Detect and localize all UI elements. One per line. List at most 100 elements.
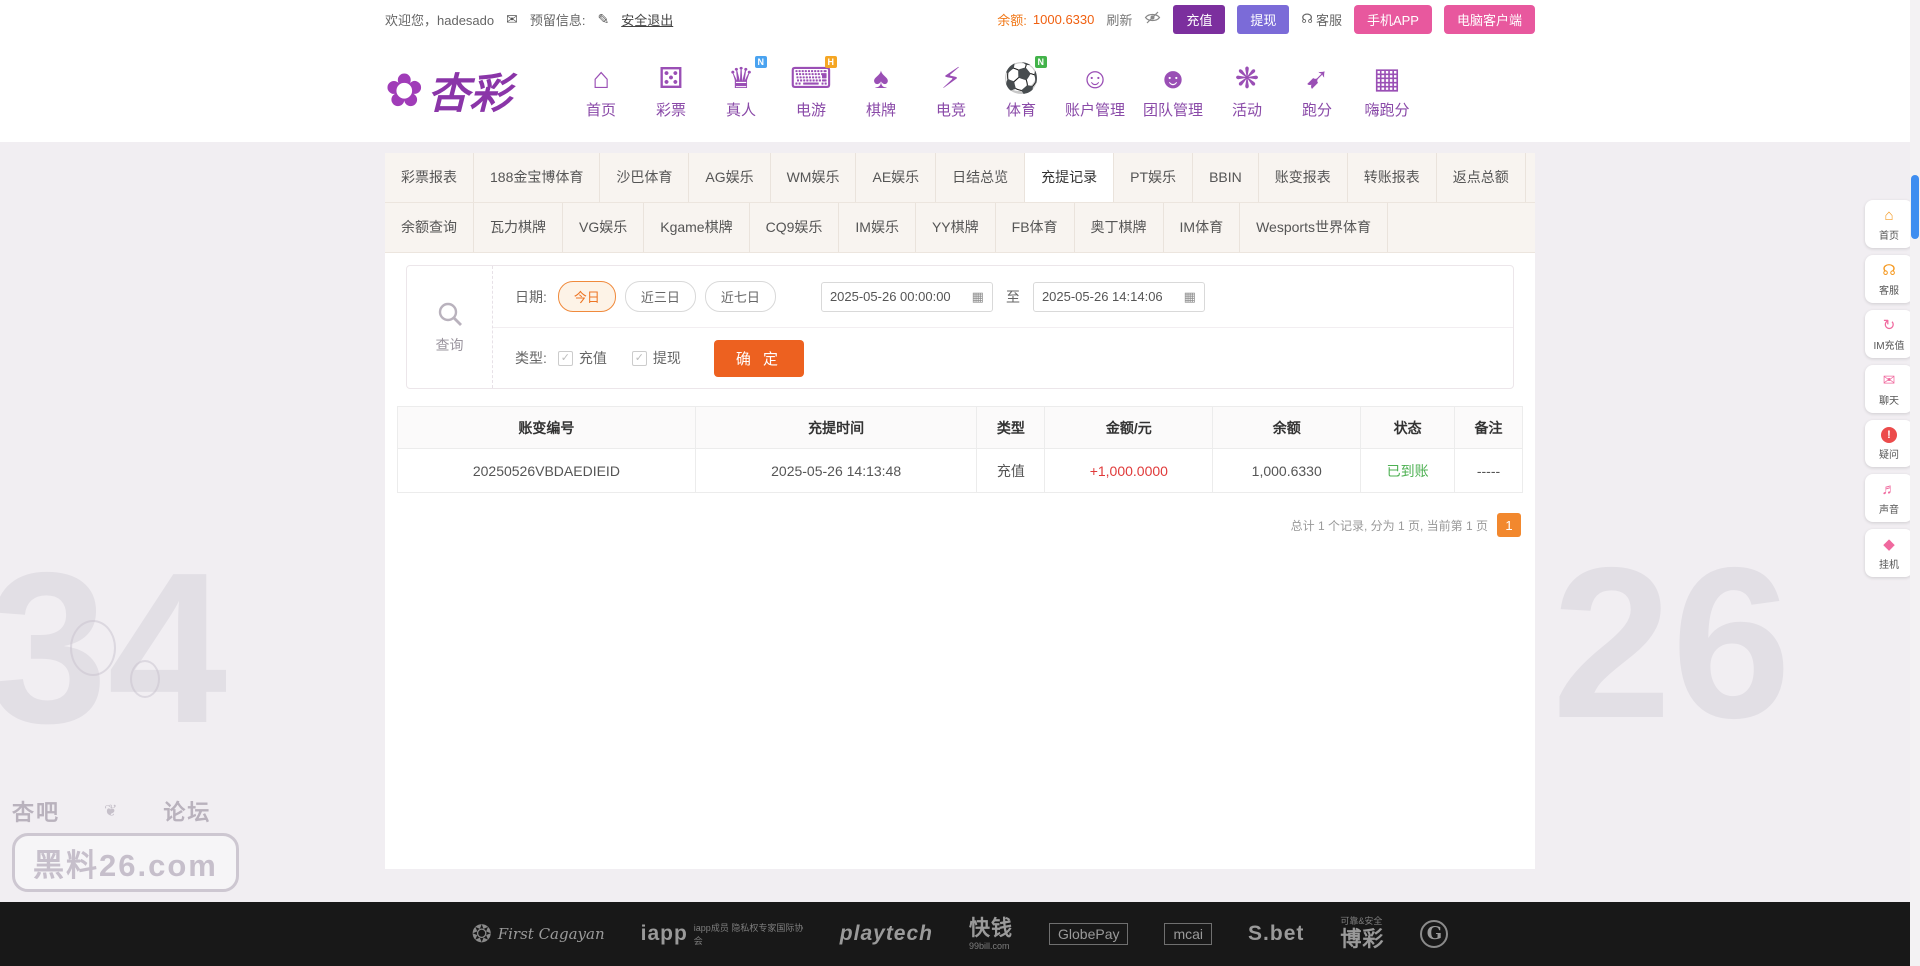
customer-service-link[interactable]: ☊ 客服 — [1301, 10, 1342, 29]
tab-saba-sports[interactable]: 沙巴体育 — [600, 153, 689, 202]
brand-logo[interactable]: ✿ 杏彩 — [385, 60, 553, 121]
nav-item-home[interactable]: ⌂ 首页 — [575, 61, 627, 120]
tab-kgame[interactable]: Kgame棋牌 — [644, 203, 749, 252]
to-label: 至 — [1006, 287, 1020, 307]
tab-vg[interactable]: VG娱乐 — [563, 203, 644, 252]
home-icon: ⌂ — [1867, 207, 1911, 224]
table-row: 20250526VBDAEDIEID 2025-05-26 14:13:48 充… — [398, 449, 1523, 493]
table-header-row: 账变编号 充提时间 类型 金额/元 余额 状态 备注 — [398, 407, 1523, 449]
type-checkbox-withdraw[interactable]: 提现 — [632, 348, 681, 368]
nav-item-live[interactable]: N ♛ 真人 — [715, 61, 767, 120]
nav-item-team-management[interactable]: ☻ 团队管理 — [1143, 61, 1203, 120]
float-question-button[interactable]: ! 疑问 — [1865, 420, 1913, 467]
tab-im[interactable]: IM娱乐 — [839, 203, 916, 252]
nav-item-chess[interactable]: ♠ 棋牌 — [855, 61, 907, 120]
balance-value: 1000.6330 — [1033, 12, 1094, 27]
cell-amount: +1,000.0000 — [1045, 449, 1213, 493]
tab-rebate-total[interactable]: 返点总额 — [1437, 153, 1526, 202]
watermark-left-text: 杏吧 — [12, 795, 60, 827]
tab-account-change-report[interactable]: 账变报表 — [1259, 153, 1348, 202]
eye-off-icon[interactable] — [1144, 11, 1161, 27]
tab-lottery-report[interactable]: 彩票报表 — [385, 153, 474, 202]
float-im-recharge-button[interactable]: ↻ IM充值 — [1865, 310, 1913, 358]
confirm-button[interactable]: 确 定 — [714, 340, 804, 377]
edit-icon[interactable]: ✎ — [597, 11, 609, 28]
quick-date-today[interactable]: 今日 — [558, 281, 616, 312]
float-home-button[interactable]: ⌂ 首页 — [1865, 200, 1913, 248]
withdraw-button[interactable]: 提现 — [1237, 5, 1289, 34]
tab-yy-chess[interactable]: YY棋牌 — [916, 203, 996, 252]
pc-client-button[interactable]: 电脑客户端 — [1444, 5, 1535, 34]
tab-daily-summary[interactable]: 日结总览 — [936, 153, 1025, 202]
tab-balance-query[interactable]: 余额查询 — [385, 203, 474, 252]
date-to-input[interactable]: 2025-05-26 14:14:06 ▦ — [1033, 282, 1205, 312]
mobile-app-button[interactable]: 手机APP — [1354, 5, 1432, 34]
float-idle-button[interactable]: ◆ 挂机 — [1865, 529, 1913, 577]
tab-wm[interactable]: WM娱乐 — [771, 153, 857, 202]
tab-ag[interactable]: AG娱乐 — [689, 153, 770, 202]
tab-transfer-report[interactable]: 转账报表 — [1348, 153, 1437, 202]
scrollbar-thumb[interactable] — [1911, 175, 1919, 239]
esports-icon: ⚡ — [925, 61, 977, 97]
tab-aoding-chess[interactable]: 奥丁棋牌 — [1075, 203, 1164, 252]
footer-logo-safe-gaming: 可靠&安全 博彩 — [1340, 916, 1384, 952]
page-1-button[interactable]: 1 — [1497, 513, 1521, 537]
main-panel: 彩票报表 188金宝博体育 沙巴体育 AG娱乐 WM娱乐 AE娱乐 日结总览 充… — [385, 153, 1535, 869]
tab-im-sports[interactable]: IM体育 — [1164, 203, 1241, 252]
float-sound-button[interactable]: ♬ 声音 — [1865, 474, 1913, 522]
float-chat-button[interactable]: ✉ 聊天 — [1865, 365, 1913, 413]
calendar-icon[interactable]: ▦ — [1184, 289, 1196, 305]
cell-type: 充值 — [977, 449, 1045, 493]
recharge-button[interactable]: 充值 — [1173, 5, 1225, 34]
tab-ae[interactable]: AE娱乐 — [856, 153, 936, 202]
topbar: 欢迎您，hadesado ✉ 预留信息: ✎ 安全退出 余额: 1000.633… — [0, 0, 1920, 38]
nav-item-activity[interactable]: ❋ 活动 — [1221, 61, 1273, 120]
hot-badge: H — [825, 56, 838, 68]
refresh-link[interactable]: 刷新 — [1106, 10, 1132, 29]
tab-recharge-withdraw-records[interactable]: 充提记录 — [1025, 153, 1114, 202]
nav-item-egames[interactable]: H ⌨ 电游 — [785, 61, 837, 120]
watermark-flourish-icon: ❦ — [104, 801, 119, 821]
tab-pt[interactable]: PT娱乐 — [1114, 153, 1193, 202]
quick-date-7days[interactable]: 近七日 — [705, 281, 776, 312]
chat-bubble-icon: ✉ — [1867, 372, 1911, 389]
nav-item-account-management[interactable]: ☺ 账户管理 — [1065, 61, 1125, 120]
type-label: 类型: — [515, 348, 547, 368]
home-icon: ⌂ — [575, 61, 627, 97]
gift-icon: ❋ — [1221, 61, 1273, 97]
tab-bbin[interactable]: BBIN — [1193, 153, 1259, 202]
balloon-decoration — [130, 660, 160, 698]
nav-item-esports[interactable]: ⚡ 电竞 — [925, 61, 977, 120]
type-checkbox-recharge[interactable]: 充值 — [558, 348, 607, 368]
tab-cq9[interactable]: CQ9娱乐 — [750, 203, 840, 252]
tab-wesports[interactable]: Wesports世界体育 — [1240, 203, 1388, 252]
calendar-icon[interactable]: ▦ — [972, 289, 984, 305]
nav-item-sports[interactable]: N ⚽ 体育 — [995, 61, 1047, 120]
grid-icon: ▦ — [1361, 61, 1413, 97]
checkbox-icon[interactable] — [632, 351, 647, 366]
footer-logo-mcai: mcai — [1164, 923, 1212, 945]
footer-logo-99bill: 快钱 99bill.com — [969, 916, 1013, 952]
watermark-right-text: 论坛 — [163, 795, 211, 827]
float-service-button[interactable]: ☊ 客服 — [1865, 255, 1913, 303]
footer-logo-iapp: iapp iapp成员 隐私权专家国际协会 — [641, 921, 804, 947]
chess-cards-icon: ♠ — [855, 61, 907, 97]
cell-time: 2025-05-26 14:13:48 — [695, 449, 977, 493]
reserved-info-label: 预留信息: — [530, 10, 586, 29]
footer-logo-sbet: S.bet — [1248, 922, 1304, 946]
footer-logo-first-cagayan: ❂ First Cagayan — [472, 920, 605, 949]
tab-fb-sports[interactable]: FB体育 — [996, 203, 1075, 252]
nav-item-lottery[interactable]: ⚄ 彩票 — [645, 61, 697, 120]
col-header-remark: 备注 — [1455, 407, 1523, 449]
checkbox-icon[interactable] — [558, 351, 573, 366]
page-scrollbar[interactable] — [1910, 0, 1920, 966]
quick-date-3days[interactable]: 近三日 — [625, 281, 696, 312]
tab-wali-chess[interactable]: 瓦力棋牌 — [474, 203, 563, 252]
tab-188-sports[interactable]: 188金宝博体育 — [474, 153, 600, 202]
nav-item-hi-paofen[interactable]: ▦ 嗨跑分 — [1361, 61, 1413, 120]
logout-link[interactable]: 安全退出 — [621, 10, 673, 29]
nav-item-paofen[interactable]: ➹ 跑分 — [1291, 61, 1343, 120]
date-from-input[interactable]: 2025-05-26 00:00:00 ▦ — [821, 282, 993, 312]
mail-icon[interactable]: ✉ — [506, 11, 518, 28]
watermark-site-box: 黑料26.com — [12, 833, 239, 892]
